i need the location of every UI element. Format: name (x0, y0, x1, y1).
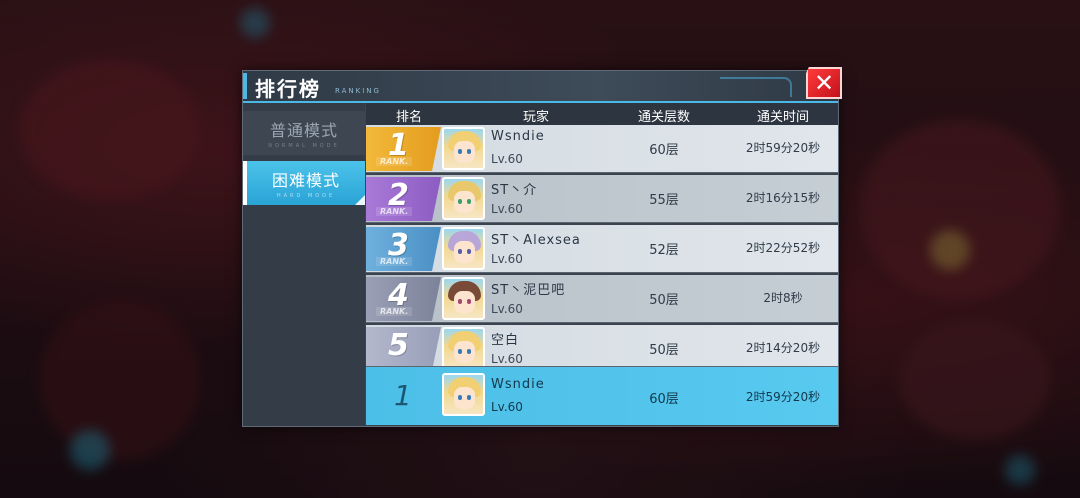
clear-time: 2时14分20秒 (745, 341, 821, 355)
table-row[interactable]: 5 空白 Lv.60 50层 2时14分20秒 (366, 325, 838, 367)
player-name: 空白 (491, 333, 520, 348)
panel-header: 排行榜 RANKING (243, 71, 838, 103)
player-avatar (442, 227, 485, 270)
my-cleared-floors: 60层 (649, 392, 679, 407)
tab-hard-label: 困难模式 (271, 171, 340, 190)
header-time: 通关时间 (756, 110, 809, 125)
rank-badge-silver: 5 (366, 327, 441, 366)
my-player-name: Wsndie (491, 377, 545, 392)
table-header: 排名 玩家 通关层数 通关时间 (366, 103, 838, 125)
clear-time: 2时22分52秒 (745, 241, 821, 255)
player-avatar (442, 277, 485, 320)
cleared-floors: 60层 (649, 143, 679, 158)
my-rank-number: 1 (394, 379, 412, 412)
clear-time: 2时16分15秒 (745, 191, 821, 205)
tab-normal-mode[interactable]: 普通模式 NORMAL MODE (243, 111, 365, 155)
cleared-floors: 55层 (649, 193, 679, 208)
player-avatar (442, 327, 485, 366)
close-button[interactable]: ✕ (806, 67, 842, 99)
player-level: Lv.60 (491, 252, 523, 266)
rank-badge-purple: 2 RANK. (366, 177, 441, 221)
player-avatar (442, 177, 485, 220)
header-decoration (720, 77, 792, 97)
my-player-level: Lv.60 (491, 400, 523, 414)
cleared-floors: 50层 (649, 343, 679, 358)
ranking-table: 排名 玩家 通关层数 通关时间 1 RANK. Wsndie Lv.60 60层… (366, 103, 838, 426)
clear-time: 2时59分20秒 (745, 141, 821, 155)
table-row[interactable]: 4 RANK. ST丶泥巴吧 Lv.60 50层 2时8秒 (366, 275, 838, 323)
player-avatar (442, 127, 485, 170)
tab-normal-label: 普通模式 (269, 121, 338, 140)
rank-tag: RANK. (376, 257, 413, 266)
cleared-floors: 50层 (649, 293, 679, 308)
player-name: Wsndie (491, 129, 545, 144)
tab-normal-sub: NORMAL MODE (268, 143, 340, 149)
rank-badge-gold: 1 RANK. (366, 127, 441, 171)
player-name: ST丶介 (491, 183, 538, 198)
rank-badge-blue: 3 RANK. (366, 227, 441, 271)
header-rank: 排名 (395, 110, 422, 125)
cleared-floors: 52层 (649, 243, 679, 258)
tab-hard-mode[interactable]: 困难模式 HARD MODE (243, 161, 365, 205)
header-floors: 通关层数 (637, 110, 690, 125)
my-clear-time: 2时59分20秒 (745, 390, 821, 404)
player-level: Lv.60 (491, 202, 523, 216)
my-avatar (442, 373, 485, 416)
leaderboard-panel: 排行榜 RANKING ✕ 普通模式 NORMAL MODE 困难模式 HARD… (242, 67, 842, 427)
header-player: 玩家 (522, 110, 549, 125)
rank-badge-gray: 4 RANK. (366, 277, 441, 321)
rank-number: 5 (388, 328, 409, 363)
rank-tag: RANK. (376, 207, 413, 216)
rank-tag: RANK. (376, 307, 413, 316)
rank-tag: RANK. (376, 157, 413, 166)
panel-subtitle: RANKING (335, 87, 381, 95)
player-name: ST丶Alexsea (491, 233, 581, 248)
player-level: Lv.60 (491, 152, 523, 166)
tab-hard-sub: HARD MODE (276, 193, 336, 199)
player-level: Lv.60 (491, 352, 523, 366)
clear-time: 2时8秒 (763, 291, 803, 305)
my-ranking-row[interactable]: 1 Wsndie Lv.60 60层 2时59分20秒 (366, 367, 838, 425)
close-x-icon: ✕ (813, 69, 835, 97)
header-accent-bar (243, 73, 247, 99)
table-row[interactable]: 2 RANK. ST丶介 Lv.60 55层 2时16分15秒 (366, 175, 838, 223)
table-row[interactable]: 1 RANK. Wsndie Lv.60 60层 2时59分20秒 (366, 125, 838, 173)
player-level: Lv.60 (491, 302, 523, 316)
panel-title: 排行榜 (255, 77, 321, 101)
table-row[interactable]: 3 RANK. ST丶Alexsea Lv.60 52层 2时22分52秒 (366, 225, 838, 273)
player-name: ST丶泥巴吧 (491, 283, 566, 298)
mode-tabs: 普通模式 NORMAL MODE 困难模式 HARD MODE (243, 103, 365, 426)
